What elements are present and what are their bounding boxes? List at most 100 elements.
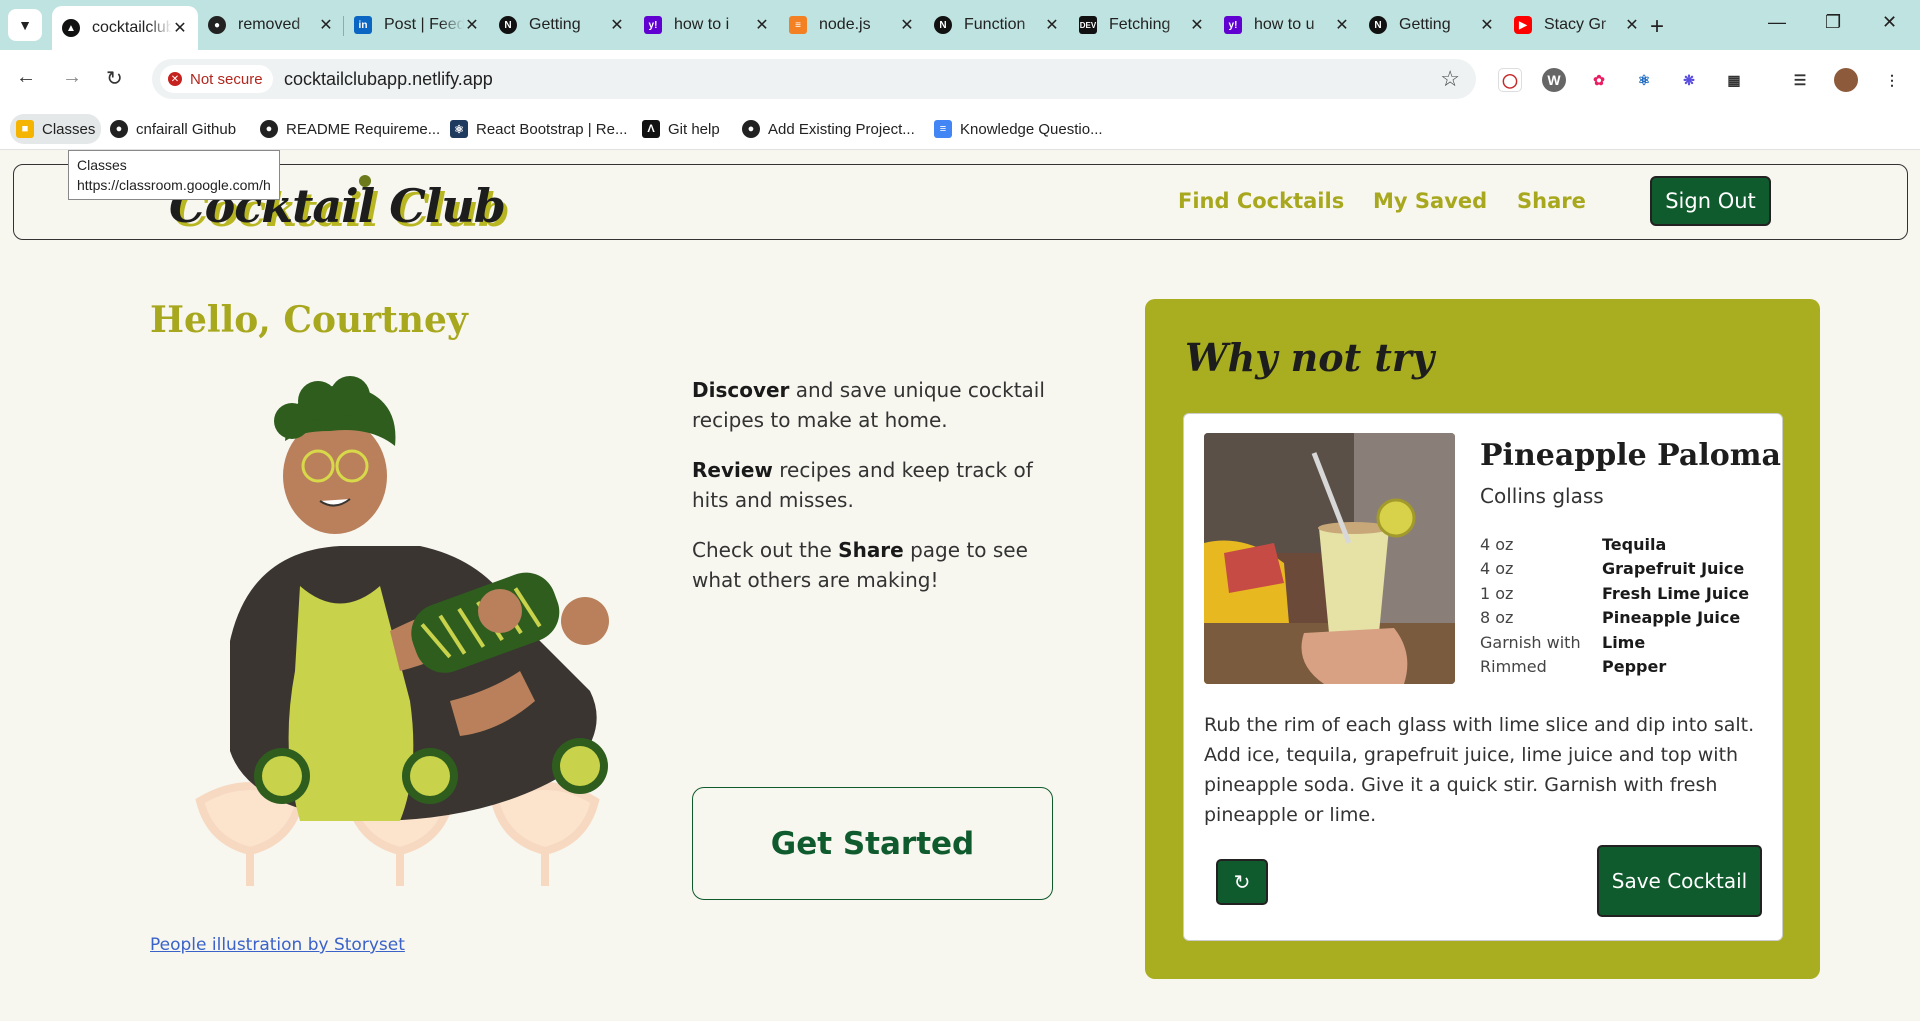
bookmark-cnfairall-github[interactable]: ● cnfairall Github (104, 114, 242, 144)
bookmark-star-icon[interactable]: ☆ (1440, 66, 1460, 92)
close-icon[interactable]: ✕ (899, 15, 915, 35)
github-icon: ● (742, 120, 760, 138)
new-tab-plus-icon[interactable]: + (1650, 13, 1664, 41)
tab-removed[interactable]: ● removed ✕ (198, 8, 344, 42)
bookmarks-bar: ■ Classes ● cnfairall Github ● README Re… (0, 108, 1920, 150)
url-text[interactable]: cocktailclubapp.netlify.app (284, 69, 493, 90)
security-chip[interactable]: ✕ Not secure (160, 65, 273, 93)
nav-find-cocktails[interactable]: Find Cocktails (1178, 189, 1344, 213)
bookmark-tooltip: Classes https://classroom.google.com/h (68, 150, 280, 200)
extension-pocket-icon[interactable]: ◯ (1498, 68, 1522, 92)
restore-icon[interactable]: ❐ (1825, 12, 1841, 33)
suggestion-card: Why not try Pineapple Paloma Collins gla… (1145, 299, 1820, 979)
nextjs-icon: N (934, 16, 952, 34)
extension-flower-icon[interactable]: ✿ (1587, 68, 1611, 92)
site-navbar: Cocktail Club Find Cocktails My Saved Sh… (13, 164, 1908, 240)
media-control-icon[interactable]: ☰ (1788, 68, 1812, 92)
yahoo-icon: y! (644, 16, 662, 34)
reload-icon[interactable]: ↻ (106, 66, 123, 91)
tab-linkedin[interactable]: in Post | Feed ✕ (344, 8, 490, 42)
intro-review: Review recipes and keep track of hits an… (692, 458, 1033, 512)
close-icon[interactable]: ✕ (609, 15, 625, 35)
close-icon[interactable]: ✕ (318, 15, 334, 35)
bookmark-readme[interactable]: ● README Requireme... (254, 114, 446, 144)
close-icon[interactable]: ✕ (1479, 15, 1495, 35)
extension-star-burst-icon[interactable]: ❋ (1677, 68, 1701, 92)
close-icon[interactable]: ✕ (464, 15, 480, 35)
minimize-icon[interactable]: — (1768, 12, 1786, 33)
close-icon[interactable]: ✕ (1044, 15, 1060, 35)
netlify-icon: ▲ (62, 19, 80, 37)
bookmark-git-help[interactable]: Λ Git help (636, 114, 726, 144)
ingredient-row: 1 oz Fresh Lime Juice (1480, 583, 1750, 603)
nextjs-icon: N (1369, 16, 1387, 34)
ingredient-row: Rimmed Pepper (1480, 657, 1667, 677)
stackoverflow-icon: ≡ (789, 16, 807, 34)
nextjs-icon: N (499, 16, 517, 34)
cocktail-card: Pineapple Paloma Collins glass 4 oz Tequi… (1183, 413, 1783, 941)
get-started-button[interactable]: Get Started (692, 787, 1053, 900)
cocktail-name: Pineapple Paloma (1480, 438, 1781, 473)
refresh-icon: ↻ (1233, 871, 1251, 894)
save-cocktail-button[interactable]: Save Cocktail (1597, 845, 1762, 917)
close-icon[interactable]: ✕ (1334, 15, 1350, 35)
github-icon: ● (110, 120, 128, 138)
ingredient-row: 4 oz Grapefruit Juice (1480, 559, 1745, 579)
refresh-suggestion-button[interactable]: ↻ (1216, 859, 1268, 905)
ingredients-list: 4 oz Tequila 4 oz Grapefruit Juice 1 oz Fre… (1480, 532, 1749, 679)
bartender-illustration (195, 376, 609, 886)
greeting-heading: Hello, Courtney (150, 299, 468, 341)
illustration-credit-link[interactable]: People illustration by Storyset (150, 935, 405, 955)
tab-function[interactable]: N Function ✕ (924, 8, 1070, 42)
close-icon[interactable]: ✕ (754, 15, 770, 35)
tab-getting-1[interactable]: N Getting ✕ (489, 8, 635, 42)
page-content: Cocktail Club Find Cocktails My Saved Sh… (0, 151, 1920, 1021)
close-icon[interactable]: ✕ (1189, 15, 1205, 35)
github-icon: ● (260, 120, 278, 138)
kebab-menu-icon[interactable]: ⋮ (1880, 68, 1904, 92)
react-bootstrap-icon: ⚛ (450, 120, 468, 138)
tab-search-button[interactable]: ▼ (8, 9, 42, 41)
cocktail-instructions: Rub the rim of each glass with lime slic… (1204, 714, 1755, 826)
tab-cocktailclub[interactable]: ▲ cocktailclub ✕ (52, 6, 198, 50)
bookmark-knowledge-questions[interactable]: ≡ Knowledge Questio... (928, 114, 1109, 144)
nav-share[interactable]: Share (1517, 189, 1586, 213)
ingredient-row: Garnish with Lime (1480, 632, 1646, 652)
bookmark-react-bootstrap[interactable]: ⚛ React Bootstrap | Re... (444, 114, 633, 144)
chevron-down-icon: ▼ (18, 17, 32, 33)
extension-w-icon[interactable]: W (1542, 68, 1566, 92)
tab-getting-2[interactable]: N Getting ✕ (1359, 8, 1505, 42)
olive-icon (359, 175, 371, 187)
window-close-icon[interactable]: ✕ (1882, 12, 1897, 33)
google-classroom-icon: ■ (16, 120, 34, 138)
intro-text: Discover and save unique cocktail recipe… (692, 375, 1062, 615)
linkedin-icon: in (354, 16, 372, 34)
tab-nodejs[interactable]: ≡ node.js ✕ (779, 8, 925, 42)
browser-toolbar: ← → ↻ ✕ Not secure cocktailclubapp.netli… (0, 50, 1920, 108)
yahoo-icon: y! (1224, 16, 1242, 34)
profile-avatar[interactable] (1834, 68, 1858, 92)
intro-share: Check out the Share page to see what oth… (692, 538, 1028, 592)
ingredient-row: 8 oz Pineapple Juice (1480, 608, 1741, 628)
git-icon: Λ (642, 120, 660, 138)
extension-react-icon[interactable]: ⚛ (1632, 68, 1656, 92)
address-bar[interactable]: ✕ Not secure cocktailclubapp.netlify.app… (152, 59, 1476, 99)
security-label: Not secure (190, 70, 263, 88)
bookmark-classes[interactable]: ■ Classes (10, 114, 102, 144)
extensions-puzzle-icon[interactable]: ▦ (1722, 68, 1746, 92)
cocktail-photo (1204, 433, 1455, 684)
nav-my-saved[interactable]: My Saved (1373, 189, 1487, 213)
forward-arrow-icon[interactable]: → (62, 66, 82, 89)
youtube-icon: ▶ (1514, 16, 1532, 34)
tab-how-to-i[interactable]: y! how to i ✕ (634, 8, 780, 42)
close-icon[interactable]: ✕ (172, 18, 188, 38)
tab-youtube[interactable]: ▶ Stacy Gr ✕ (1504, 8, 1650, 42)
bookmark-add-existing-project[interactable]: ● Add Existing Project... (736, 114, 921, 144)
close-icon[interactable]: ✕ (1624, 15, 1640, 35)
tab-fetching[interactable]: DEV Fetching ✕ (1069, 8, 1215, 42)
google-docs-icon: ≡ (934, 120, 952, 138)
back-arrow-icon[interactable]: ← (16, 66, 36, 89)
dev-icon: DEV (1079, 16, 1097, 34)
sign-out-button[interactable]: Sign Out (1650, 176, 1771, 226)
tab-how-to-u[interactable]: y! how to u ✕ (1214, 8, 1360, 42)
